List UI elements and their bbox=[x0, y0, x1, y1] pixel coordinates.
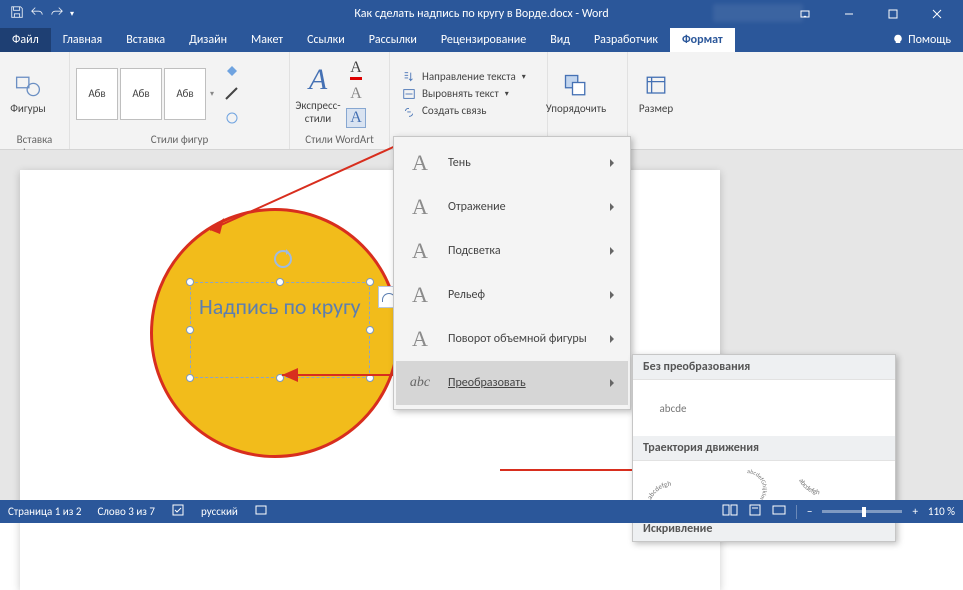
text-box[interactable]: Надпись по кругу bbox=[190, 282, 370, 378]
view-web-icon[interactable] bbox=[772, 503, 786, 520]
chevron-right-icon bbox=[610, 159, 618, 167]
menuitem-transform[interactable]: abc Преобразовать bbox=[396, 361, 628, 405]
shape-style-preset[interactable]: Абв bbox=[164, 68, 206, 120]
text-direction-button[interactable]: Направление текста▾ bbox=[402, 70, 526, 84]
tab-view[interactable]: Вид bbox=[538, 28, 582, 52]
tab-developer[interactable]: Разработчик bbox=[582, 28, 670, 52]
tab-format[interactable]: Формат bbox=[670, 28, 735, 52]
tab-file[interactable]: Файл bbox=[0, 28, 51, 52]
effect-a-icon: A bbox=[406, 150, 434, 176]
effect-a-icon: A bbox=[406, 326, 434, 352]
minimize-button[interactable] bbox=[827, 0, 871, 28]
text-effects-icon[interactable]: A bbox=[346, 108, 366, 128]
create-link-button[interactable]: Создать связь bbox=[402, 104, 526, 118]
submenu-heading-none: Без преобразования bbox=[633, 355, 895, 380]
chevron-right-icon bbox=[610, 203, 618, 211]
gallery-more-icon[interactable]: ▾ bbox=[208, 89, 216, 99]
tab-layout[interactable]: Макет bbox=[239, 28, 295, 52]
menuitem-glow[interactable]: A Подсветка bbox=[396, 229, 628, 273]
link-icon bbox=[402, 104, 416, 118]
transform-abc-icon: abc bbox=[406, 375, 434, 391]
zoom-value[interactable]: 110 % bbox=[928, 505, 955, 518]
account-blur bbox=[713, 4, 803, 22]
tab-review[interactable]: Рецензирование bbox=[429, 28, 538, 52]
tab-design[interactable]: Дизайн bbox=[177, 28, 239, 52]
tab-references[interactable]: Ссылки bbox=[295, 28, 357, 52]
shape-fill-icon[interactable] bbox=[222, 60, 242, 80]
text-outline-icon[interactable]: A bbox=[346, 84, 366, 104]
quick-styles-button[interactable]: A Экспресс-стили bbox=[296, 63, 340, 125]
svg-text:abcdefGhijklm: abcdefGhijklm bbox=[747, 469, 769, 502]
size-button[interactable]: Размер bbox=[634, 72, 678, 115]
shape-style-preset[interactable]: Абв bbox=[120, 68, 162, 120]
effect-a-icon: A bbox=[406, 238, 434, 264]
menuitem-bevel[interactable]: A Рельеф bbox=[396, 273, 628, 317]
group-label-shapes: Вставка фигур bbox=[6, 131, 63, 147]
chevron-right-icon bbox=[610, 379, 618, 387]
transform-none[interactable]: abcde bbox=[645, 390, 701, 426]
shape-effects-icon[interactable] bbox=[222, 108, 242, 128]
title-bar: ▾ Как сделать надпись по кругу в Ворде.d… bbox=[0, 0, 963, 28]
status-words[interactable]: Слово 3 из 7 bbox=[97, 505, 155, 518]
text-fill-icon[interactable]: A bbox=[346, 60, 366, 80]
tab-insert[interactable]: Вставка bbox=[114, 28, 177, 52]
status-page[interactable]: Страница 1 из 2 bbox=[8, 505, 81, 518]
redo-icon[interactable] bbox=[50, 5, 64, 23]
menuitem-reflection[interactable]: A Отражение bbox=[396, 185, 628, 229]
view-read-icon[interactable] bbox=[722, 503, 738, 520]
close-button[interactable] bbox=[915, 0, 959, 28]
text-direction-icon bbox=[402, 70, 416, 84]
chevron-right-icon bbox=[610, 247, 618, 255]
maximize-button[interactable] bbox=[871, 0, 915, 28]
tell-me[interactable]: Помощь bbox=[880, 28, 963, 52]
status-proofing-icon[interactable] bbox=[171, 503, 185, 520]
svg-text:abcdefgh: abcdefgh bbox=[647, 479, 672, 501]
align-text-button[interactable]: Выровнять текст▾ bbox=[402, 87, 526, 101]
tab-mailings[interactable]: Рассылки bbox=[357, 28, 429, 52]
group-label-styles: Стили фигур bbox=[76, 131, 283, 147]
chevron-right-icon bbox=[610, 335, 618, 343]
status-language[interactable]: русский bbox=[201, 505, 238, 518]
save-icon[interactable] bbox=[10, 5, 24, 23]
undo-icon[interactable] bbox=[30, 5, 44, 23]
rotate-handle[interactable] bbox=[274, 250, 292, 268]
lightbulb-icon bbox=[892, 34, 904, 46]
zoom-out-button[interactable]: − bbox=[807, 505, 812, 518]
shapes-gallery-button[interactable]: Фигуры bbox=[6, 72, 50, 115]
effect-a-icon: A bbox=[406, 194, 434, 220]
status-macro-icon[interactable] bbox=[254, 503, 268, 520]
quick-access-toolbar: ▾ bbox=[4, 5, 74, 23]
arrange-button[interactable]: Упорядочить bbox=[554, 72, 598, 115]
chevron-right-icon bbox=[610, 291, 618, 299]
svg-text:abcdefgh: abcdefgh bbox=[797, 477, 821, 497]
menuitem-shadow[interactable]: A Тень bbox=[396, 141, 628, 185]
zoom-slider[interactable] bbox=[822, 510, 902, 513]
tab-home[interactable]: Главная bbox=[51, 28, 114, 52]
text-effects-menu: A Тень A Отражение A Подсветка A Рельеф … bbox=[393, 136, 631, 410]
submenu-heading-path: Траектория движения bbox=[633, 436, 895, 461]
shape-outline-icon[interactable] bbox=[222, 84, 242, 104]
menuitem-3drotation[interactable]: A Поворот объемной фигуры bbox=[396, 317, 628, 361]
effect-a-icon: A bbox=[406, 282, 434, 308]
view-print-icon[interactable] bbox=[748, 503, 762, 520]
qat-more-icon[interactable]: ▾ bbox=[70, 9, 74, 19]
group-label-wordart: Стили WordArt bbox=[296, 131, 383, 147]
shape-style-preset[interactable]: Абв bbox=[76, 68, 118, 120]
align-text-icon bbox=[402, 87, 416, 101]
zoom-in-button[interactable]: + bbox=[912, 505, 917, 518]
ribbon-tabs: Файл Главная Вставка Дизайн Макет Ссылки… bbox=[0, 28, 963, 52]
status-bar: Страница 1 из 2 Слово 3 из 7 русский − +… bbox=[0, 500, 963, 523]
